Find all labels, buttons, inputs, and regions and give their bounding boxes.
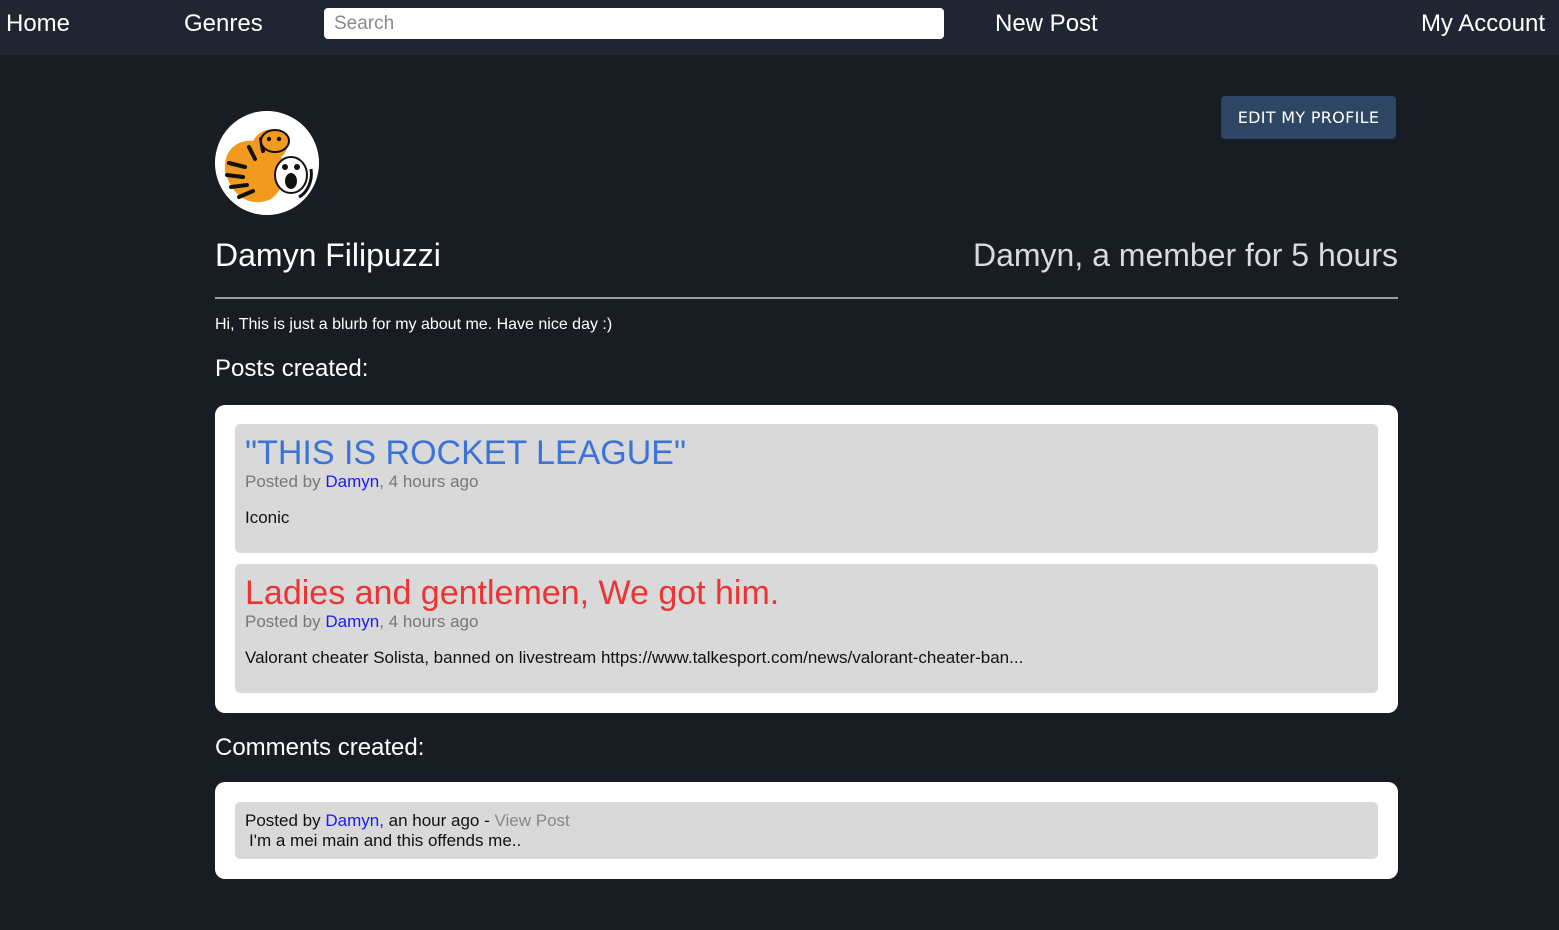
- edit-profile-button[interactable]: EDIT MY PROFILE: [1221, 96, 1396, 139]
- posted-by-label: Posted by: [245, 612, 321, 631]
- top-navbar: Home Genres New Post My Account: [0, 0, 1559, 55]
- post-time: , 4 hours ago: [379, 472, 479, 491]
- post-body: Valorant cheater Solista, banned on live…: [245, 648, 1024, 667]
- author-link[interactable]: Damyn: [325, 472, 379, 491]
- comments-created-heading: Comments created:: [215, 734, 425, 761]
- nav-home-link[interactable]: Home: [6, 9, 70, 38]
- post-title-link[interactable]: Ladies and gentlemen, We got him.: [245, 574, 779, 612]
- comment-body: I'm a mei main and this offends me..: [249, 831, 522, 850]
- about-me-text: Hi, This is just a blurb for my about me…: [215, 316, 613, 333]
- post-body: Iconic: [245, 508, 290, 527]
- nav-my-account-link[interactable]: My Account: [1421, 9, 1545, 38]
- author-link[interactable]: Damyn,: [325, 811, 384, 830]
- member-since-text: Damyn, a member for 5 hours: [972, 237, 1398, 273]
- post-meta: Posted by Damyn, 4 hours ago: [245, 472, 478, 492]
- comment-time: an hour ago -: [383, 811, 495, 830]
- post-card: Ladies and gentlemen, We got him. Posted…: [235, 564, 1378, 693]
- nav-genres-link[interactable]: Genres: [184, 9, 263, 38]
- comment-meta: Posted by Damyn, an hour ago - View Post: [245, 811, 570, 831]
- posts-created-heading: Posts created:: [215, 355, 369, 382]
- author-link[interactable]: Damyn: [325, 612, 379, 631]
- nav-new-post-link[interactable]: New Post: [995, 9, 1098, 38]
- post-title-link[interactable]: "THIS IS ROCKET LEAGUE": [245, 434, 686, 472]
- post-card: "THIS IS ROCKET LEAGUE" Posted by Damyn,…: [235, 424, 1378, 553]
- post-time: , 4 hours ago: [379, 612, 479, 631]
- posted-by-label: Posted by: [245, 811, 321, 830]
- comment-card: Posted by Damyn, an hour ago - View Post…: [235, 802, 1378, 859]
- search-input[interactable]: [324, 8, 944, 39]
- comments-panel: Posted by Damyn, an hour ago - View Post…: [215, 782, 1398, 879]
- posted-by-label: Posted by: [245, 472, 321, 491]
- tiger-avatar-icon: [215, 111, 319, 215]
- post-meta: Posted by Damyn, 4 hours ago: [245, 612, 478, 632]
- posts-panel: "THIS IS ROCKET LEAGUE" Posted by Damyn,…: [215, 405, 1398, 713]
- view-post-link[interactable]: View Post: [495, 811, 570, 830]
- profile-name: Damyn Filipuzzi: [215, 237, 441, 273]
- profile-divider: [215, 297, 1398, 299]
